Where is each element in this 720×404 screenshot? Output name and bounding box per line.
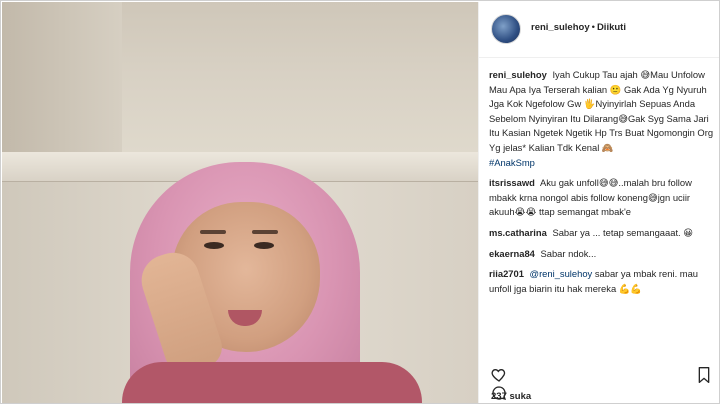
photo-eyebrow-left (200, 230, 226, 234)
comment-item: ekaerna84 Sabar ndok... (489, 247, 715, 262)
photo-eye-left (204, 242, 224, 249)
post-sidebar: reni_sulehoy • Diikuti reni_sulehoy Iyah C… (478, 2, 719, 403)
comment-list: reni_sulehoy Iyah Cukup Tau ajah 😅Mau Un… (489, 68, 715, 358)
heart-icon[interactable] (491, 367, 507, 383)
comment-text: Sabar ya ... tetap semangaaat. 😀 (552, 226, 694, 238)
action-bar (491, 366, 531, 400)
photo-eye-right (254, 242, 274, 249)
post-photo[interactable] (2, 2, 478, 403)
caption-hashtag[interactable]: #AnakSmp (489, 156, 715, 171)
comment-mention[interactable]: @reni_sulehoy (530, 268, 593, 279)
comment-username[interactable]: itsrissawd (489, 177, 535, 188)
like-count[interactable]: 237 suka (491, 391, 531, 402)
separator-dot: • (591, 22, 595, 33)
bookmark-icon[interactable] (696, 366, 712, 384)
caption: reni_sulehoy Iyah Cukup Tau ajah 😅Mau Un… (489, 68, 715, 170)
photo-eyebrow-right (252, 230, 278, 234)
comment-username[interactable]: ms.catharina (489, 227, 547, 238)
comment-item: riia2701 @reni_sulehoy sabar ya mbak ren… (489, 267, 715, 296)
follow-button[interactable]: Diikuti (597, 22, 626, 33)
post-header-text: reni_sulehoy • Diikuti (531, 22, 626, 33)
caption-text: Iyah Cukup Tau ajah 😅Mau Unfolow Mau Apa… (489, 69, 714, 153)
comment-username[interactable]: ekaerna84 (489, 248, 535, 259)
comment-username[interactable]: riia2701 (489, 268, 524, 279)
photo-shirt (122, 362, 422, 403)
post-header: reni_sulehoy • Diikuti (479, 2, 719, 58)
comment-text: Sabar ndok... (540, 247, 597, 259)
caption-username[interactable]: reni_sulehoy (489, 69, 547, 80)
comment-item: ms.catharina Sabar ya ... tetap semangaa… (489, 226, 715, 241)
instagram-post: reni_sulehoy • Diikuti reni_sulehoy Iyah C… (0, 0, 720, 404)
avatar[interactable] (491, 14, 521, 44)
comment-item: itsrissawd Aku gak unfoll😅😅..malah bru f… (489, 176, 715, 220)
post-username[interactable]: reni_sulehoy (531, 22, 590, 33)
